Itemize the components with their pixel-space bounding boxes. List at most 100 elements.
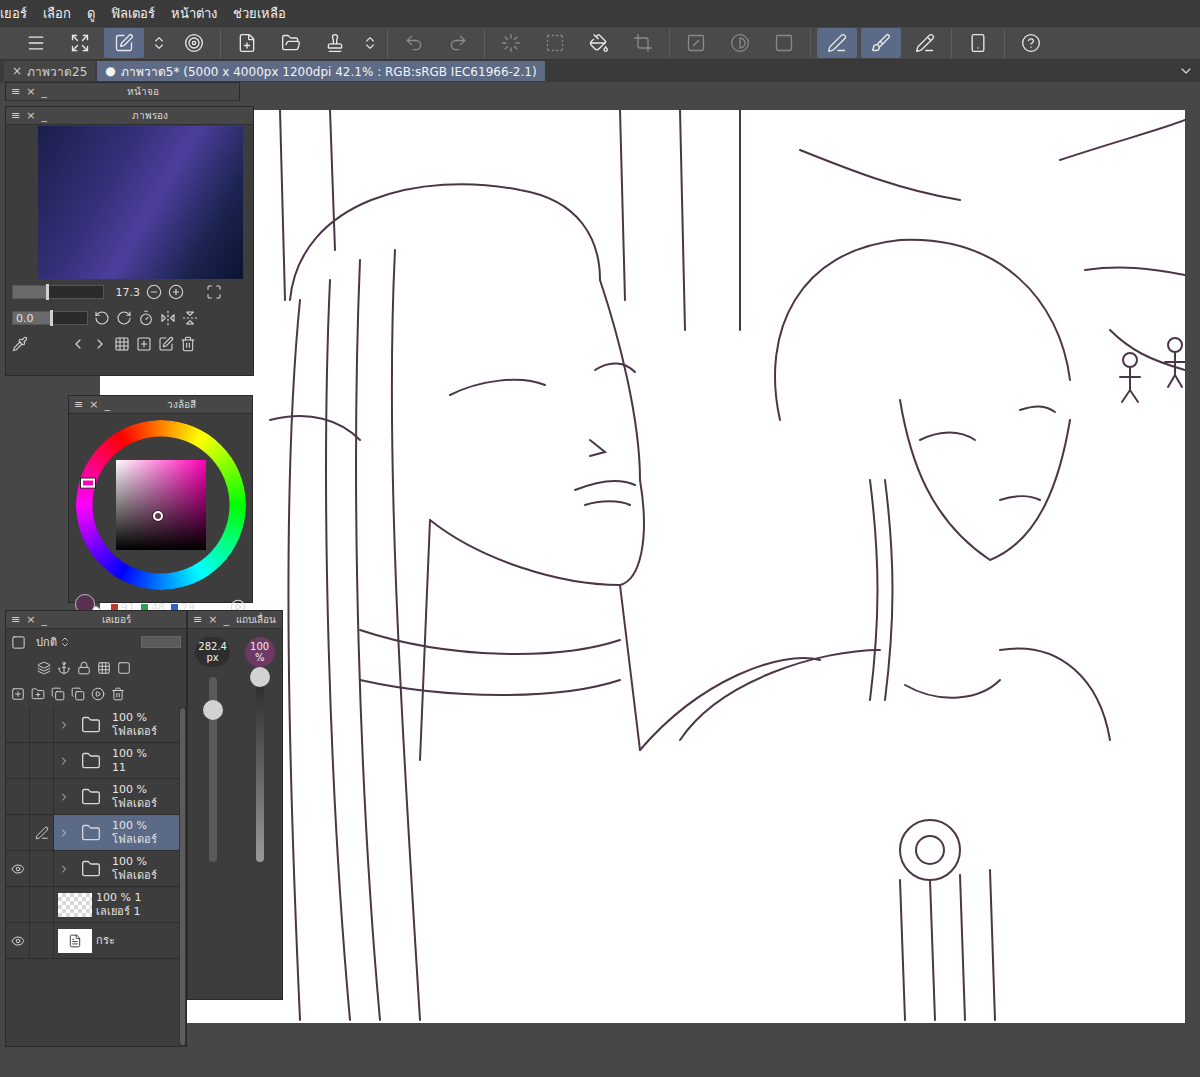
toolbar-button[interactable] (359, 28, 381, 58)
panel-control[interactable]: _ (223, 614, 229, 625)
rotation-slider[interactable]: 0.0 (12, 311, 88, 325)
edit-target[interactable] (30, 851, 54, 886)
menu-item[interactable]: ช่วยเหลือ (225, 3, 294, 24)
navigator-preview[interactable] (38, 126, 243, 279)
color-wheel[interactable] (76, 420, 246, 590)
visibility-toggle[interactable] (6, 743, 30, 778)
loader-icon (501, 33, 521, 53)
toolbar-button[interactable] (579, 28, 619, 58)
layer-row[interactable]: 100 %โฟลเดอร์ (6, 707, 179, 743)
layer-row[interactable]: 100 % 1เลเยอร์ 1 (6, 887, 179, 923)
visibility-toggle[interactable] (6, 851, 30, 886)
toolbar-button[interactable] (623, 28, 663, 58)
toolbar-button[interactable] (676, 28, 716, 58)
visibility-toggle[interactable] (6, 923, 30, 958)
tab-menu[interactable] (1172, 63, 1200, 79)
layer-opacity-bar[interactable] (141, 636, 181, 648)
panel-control[interactable]: ≡ (11, 614, 20, 625)
panel-control[interactable]: × (208, 614, 217, 625)
panel-control[interactable]: ≡ (74, 399, 83, 410)
new-file-icon (237, 33, 257, 53)
panel-control[interactable]: ≡ (11, 86, 20, 97)
toolbar-button[interactable] (905, 28, 945, 58)
edit-target[interactable] (30, 707, 54, 742)
visibility-toggle[interactable] (6, 779, 30, 814)
panel-header[interactable]: ≡×_เลเยอร์ (6, 611, 186, 629)
panel-control[interactable]: _ (104, 399, 110, 410)
panel-header[interactable]: ≡ × _ วงล้อสี (69, 396, 252, 414)
edit-target[interactable] (30, 887, 54, 922)
zoom-slider[interactable] (12, 285, 104, 299)
duplicate-icon (51, 687, 65, 701)
menu-item[interactable]: เลือก (35, 3, 79, 24)
document-tab[interactable]: ×ภาพวาด25 (4, 61, 95, 81)
layers-scrollbar[interactable] (179, 707, 186, 1046)
rotation-reading: 0.0 (13, 312, 34, 325)
brush-size-slider[interactable] (209, 677, 217, 862)
panel-control[interactable]: ≡ (11, 110, 20, 121)
layer-row[interactable]: 100 %โฟลเดอร์ (6, 851, 179, 887)
zoom-in-icon (168, 284, 184, 300)
bucket-icon (589, 33, 609, 53)
visibility-toggle[interactable] (6, 887, 30, 922)
edit-target[interactable] (30, 779, 54, 814)
saturation-value-square[interactable] (116, 460, 206, 550)
navigator-actions (6, 331, 253, 357)
toolbar-button[interactable] (764, 28, 804, 58)
panel-control[interactable]: _ (41, 86, 47, 97)
toolbar-button[interactable] (104, 28, 144, 58)
panel-control[interactable]: × (26, 86, 35, 97)
trash-icon (180, 336, 196, 352)
toolbar-button[interactable] (16, 28, 56, 58)
toolbar-button[interactable] (60, 28, 100, 58)
layer-row[interactable]: กระ (6, 923, 179, 959)
toolbar-button[interactable] (491, 28, 531, 58)
toolbar-button[interactable] (720, 28, 760, 58)
edit-target[interactable] (30, 923, 54, 958)
tab-glyph[interactable]: × (12, 64, 22, 78)
panel-header[interactable]: ≡×_หน้าจอ (6, 83, 239, 101)
brush-opacity-slider[interactable] (256, 677, 264, 862)
menu-item[interactable]: เยอร์ (0, 3, 35, 24)
menu-item[interactable]: ฟิลเตอร์ (103, 3, 163, 24)
panel-control[interactable]: ≡ (193, 614, 202, 625)
navigator-panel: ≡×_ภาพรอง17.30.0 (5, 106, 254, 376)
toolbar-button[interactable] (438, 28, 478, 58)
menu-item[interactable]: ดู (79, 3, 103, 24)
layer-row[interactable]: 100 %โฟลเดอร์ (6, 779, 179, 815)
toolbar-button[interactable] (535, 28, 575, 58)
toolbar-button[interactable] (394, 28, 434, 58)
layer-name: 11 (112, 761, 147, 774)
toolbar-button[interactable] (958, 28, 998, 58)
menu-item[interactable]: หน้าต่าง (163, 3, 225, 24)
edit-target[interactable] (30, 743, 54, 778)
visibility-toggle[interactable] (6, 707, 30, 742)
panel-title: วงล้อสี (116, 397, 247, 412)
toolbar-button[interactable] (861, 28, 901, 58)
panel-control[interactable]: × (26, 110, 35, 121)
edit-target[interactable] (30, 815, 54, 850)
toolbar-button[interactable] (1011, 28, 1051, 58)
document-tab[interactable]: ●ภาพวาด5* (5000 x 4000px 1200dpi 42.1% :… (97, 61, 544, 81)
toolbar-button[interactable] (315, 28, 355, 58)
layer-row[interactable]: 100 %โฟลเดอร์ (6, 815, 179, 851)
tab-glyph[interactable]: ● (105, 64, 115, 78)
panel-header[interactable]: ≡×_แถบเลื่อน (188, 611, 282, 629)
toolbar-button[interactable] (271, 28, 311, 58)
panel-header[interactable]: ≡×_ภาพรอง (6, 107, 253, 125)
panel-control[interactable]: _ (41, 110, 47, 121)
visibility-toggle[interactable] (6, 815, 30, 850)
layer-row[interactable]: 100 %11 (6, 743, 179, 779)
toolbar-group (10, 28, 221, 58)
color-picker-marker[interactable] (153, 511, 163, 521)
toolbar-button[interactable] (174, 28, 214, 58)
hue-marker[interactable] (81, 479, 95, 488)
toolbar-button[interactable] (817, 28, 857, 58)
expand-icon (58, 863, 70, 875)
blend-mode-select[interactable]: ปกติ (32, 633, 75, 651)
panel-control[interactable]: × (89, 399, 98, 410)
panel-control[interactable]: × (26, 614, 35, 625)
toolbar-button[interactable] (148, 28, 170, 58)
toolbar-button[interactable] (227, 28, 267, 58)
panel-control[interactable]: _ (41, 614, 47, 625)
